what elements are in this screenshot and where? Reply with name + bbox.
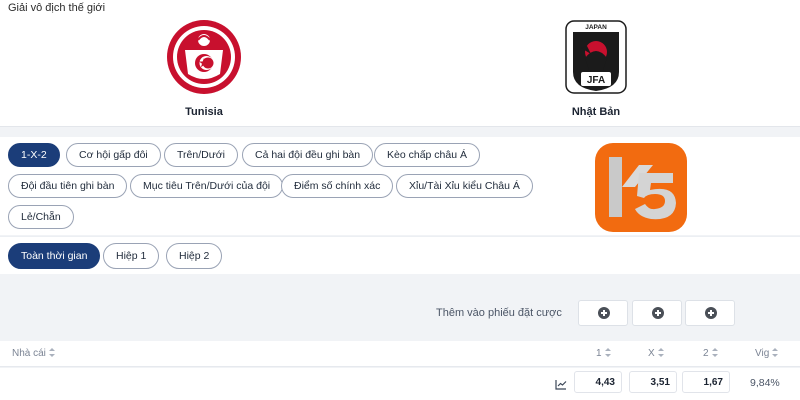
header-vig[interactable]: Vig <box>755 348 779 359</box>
header-away[interactable]: 2 <box>703 348 719 359</box>
jfa-abbr-text: JFA <box>587 75 605 86</box>
odds-table-header: Nhà cái 1 X 2 Vig <box>0 341 800 367</box>
sort-icon <box>604 348 612 357</box>
market-tab-correct-score[interactable]: Điểm số chính xác <box>281 174 394 198</box>
add-home-button[interactable] <box>578 300 628 326</box>
k5-logo-icon <box>595 143 687 232</box>
sort-icon <box>657 348 665 357</box>
sort-icon <box>772 348 779 357</box>
market-tab-odd-even[interactable]: Lẻ/Chẵn <box>8 205 74 229</box>
market-tab-asian-handicap[interactable]: Kèo chấp châu Á <box>374 143 480 167</box>
header-bookmaker[interactable]: Nhà cái <box>12 348 56 359</box>
chart-icon[interactable] <box>555 377 567 390</box>
home-team[interactable]: Tunisia <box>104 12 304 118</box>
market-tab-over-under[interactable]: Trên/Dưới <box>164 143 238 167</box>
jfa-crest-text: JAPAN <box>585 24 607 31</box>
odd-away[interactable]: 1,67 <box>682 371 730 393</box>
plus-circle-icon <box>652 307 664 319</box>
odd-draw[interactable]: 3,51 <box>629 371 677 393</box>
header-draw[interactable]: X <box>648 348 665 359</box>
table-row: 4,43 3,51 1,67 9,84% <box>0 368 800 400</box>
period-tab-second-half[interactable]: Hiệp 2 <box>166 243 223 269</box>
sort-icon <box>48 348 56 357</box>
period-tab-full-time[interactable]: Toàn thời gian <box>8 243 101 269</box>
away-team[interactable]: JAPAN JFA Nhật Bản <box>496 12 696 118</box>
vig-value: 9,84% <box>750 377 780 389</box>
match-header: Giải vô địch thế giới Tunisia JAPAN JFA … <box>0 0 800 127</box>
plus-circle-icon <box>598 307 610 319</box>
competition-title: Giải vô địch thế giới <box>8 2 106 14</box>
tunisia-crest-icon <box>165 18 243 96</box>
market-tab-double-chance[interactable]: Cơ hội gấp đôi <box>66 143 161 167</box>
header-home[interactable]: 1 <box>596 348 612 359</box>
odd-home[interactable]: 4,43 <box>574 371 622 393</box>
market-tab-asian-total[interactable]: Xỉu/Tài Xỉu kiểu Châu Á <box>396 174 533 198</box>
add-away-button[interactable] <box>685 300 735 326</box>
add-to-slip-label: Thêm vào phiếu đặt cược <box>436 307 562 319</box>
plus-circle-icon <box>705 307 717 319</box>
home-team-name: Tunisia <box>185 106 223 118</box>
period-tab-first-half[interactable]: Hiệp 1 <box>103 243 160 269</box>
period-tabs: Toàn thời gian Hiệp 1 Hiệp 2 <box>0 236 800 274</box>
market-tab-team-totals[interactable]: Mục tiêu Trên/Dưới của đội <box>130 174 284 198</box>
market-tab-both-score[interactable]: Cả hai đội đều ghi bàn <box>242 143 374 167</box>
market-tab-first-scorer[interactable]: Đội đầu tiên ghi bàn <box>8 174 128 198</box>
market-tab-1x2[interactable]: 1-X-2 <box>8 143 60 167</box>
add-draw-button[interactable] <box>632 300 682 326</box>
japan-crest-icon: JAPAN JFA <box>557 18 635 96</box>
sort-icon <box>711 348 719 357</box>
away-team-name: Nhật Bản <box>571 106 621 118</box>
